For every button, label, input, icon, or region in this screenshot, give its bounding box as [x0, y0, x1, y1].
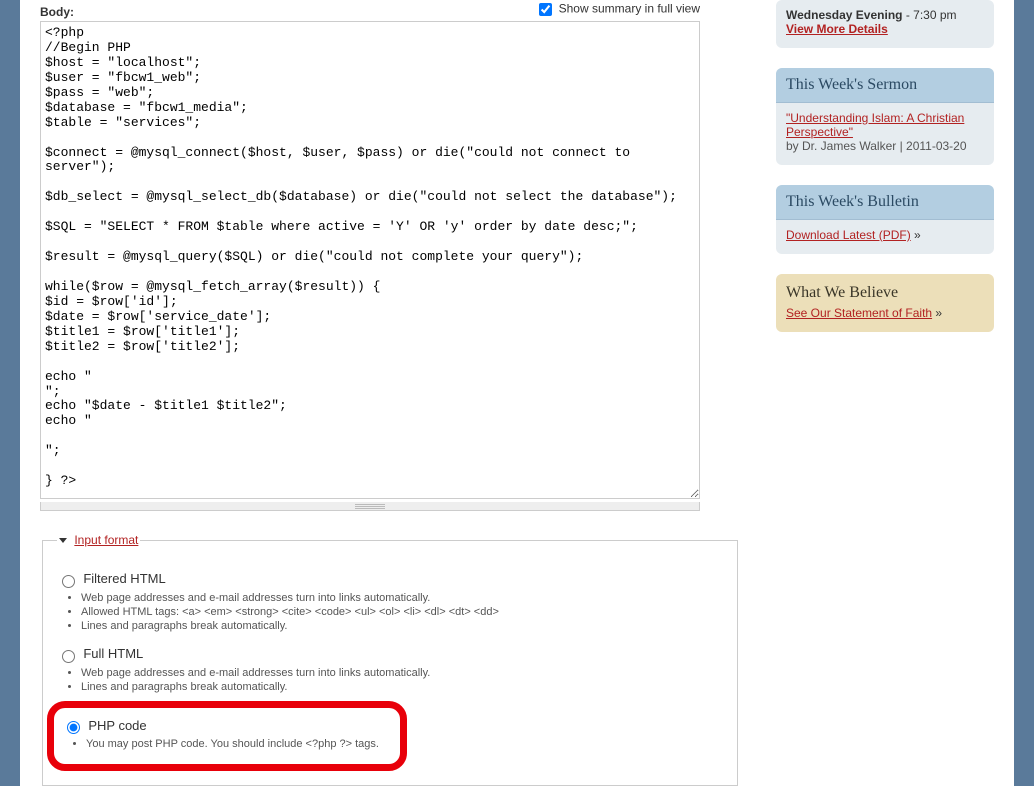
show-summary-checkbox[interactable] [539, 3, 552, 16]
service-day-label: Wednesday Evening [786, 8, 902, 22]
sermon-byline: by Dr. James Walker | 2011-03-20 [786, 139, 967, 153]
believe-link[interactable]: See Our Statement of Faith [786, 306, 932, 320]
radio-php-code-label: PHP code [88, 718, 146, 733]
tips-php-code: You may post PHP code. You should includ… [86, 738, 392, 750]
format-option-php-code[interactable]: PHP code You may post PHP code. You shou… [62, 718, 392, 751]
believe-suffix: » [932, 306, 942, 320]
sidebar-service-times: Wednesday Evening - 7:30 pm View More De… [776, 0, 994, 48]
bulletin-heading: This Week's Bulletin [776, 185, 994, 220]
radio-php-code[interactable] [67, 721, 80, 734]
input-format-fieldset: Input format Filtered HTML Web page addr… [42, 533, 738, 786]
input-format-legend[interactable]: Input format [57, 533, 140, 547]
show-summary-label: Show summary in full view [559, 2, 700, 16]
tip: Lines and paragraphs break automatically… [81, 681, 723, 693]
radio-filtered-html-label: Filtered HTML [83, 571, 165, 586]
radio-filtered-html[interactable] [62, 575, 75, 588]
chevron-down-icon [59, 538, 67, 543]
tips-full-html: Web page addresses and e-mail addresses … [81, 667, 723, 693]
radio-full-html[interactable] [62, 650, 75, 663]
view-more-details-link[interactable]: View More Details [786, 22, 888, 36]
bulletin-suffix: » [911, 228, 921, 242]
tips-filtered-html: Web page addresses and e-mail addresses … [81, 592, 723, 632]
body-textarea[interactable] [40, 21, 700, 499]
bulletin-download-link[interactable]: Download Latest (PDF) [786, 228, 911, 242]
textarea-resize-grippie[interactable] [40, 502, 700, 511]
input-format-legend-link[interactable]: Input format [74, 533, 138, 547]
service-time-value: - 7:30 pm [902, 8, 956, 22]
radio-full-html-label: Full HTML [83, 646, 143, 661]
tip: You may post PHP code. You should includ… [86, 738, 392, 750]
format-option-full-html[interactable]: Full HTML Web page addresses and e-mail … [57, 646, 723, 693]
sermon-title-link[interactable]: "Understanding Islam: A Christian Perspe… [786, 111, 964, 139]
tip: Web page addresses and e-mail addresses … [81, 667, 723, 679]
sidebar-bulletin: This Week's Bulletin Download Latest (PD… [776, 185, 994, 254]
highlight-php-code: PHP code You may post PHP code. You shou… [47, 701, 407, 772]
sidebar-sermon: This Week's Sermon "Understanding Islam:… [776, 68, 994, 165]
sermon-heading: This Week's Sermon [776, 68, 994, 103]
sidebar-believe: What We Believe See Our Statement of Fai… [776, 274, 994, 332]
format-option-filtered-html[interactable]: Filtered HTML Web page addresses and e-m… [57, 571, 723, 632]
tip: Lines and paragraphs break automatically… [81, 620, 723, 632]
believe-heading: What We Believe [776, 274, 994, 304]
tip: Allowed HTML tags: <a> <em> <strong> <ci… [81, 606, 723, 618]
tip: Web page addresses and e-mail addresses … [81, 592, 723, 604]
